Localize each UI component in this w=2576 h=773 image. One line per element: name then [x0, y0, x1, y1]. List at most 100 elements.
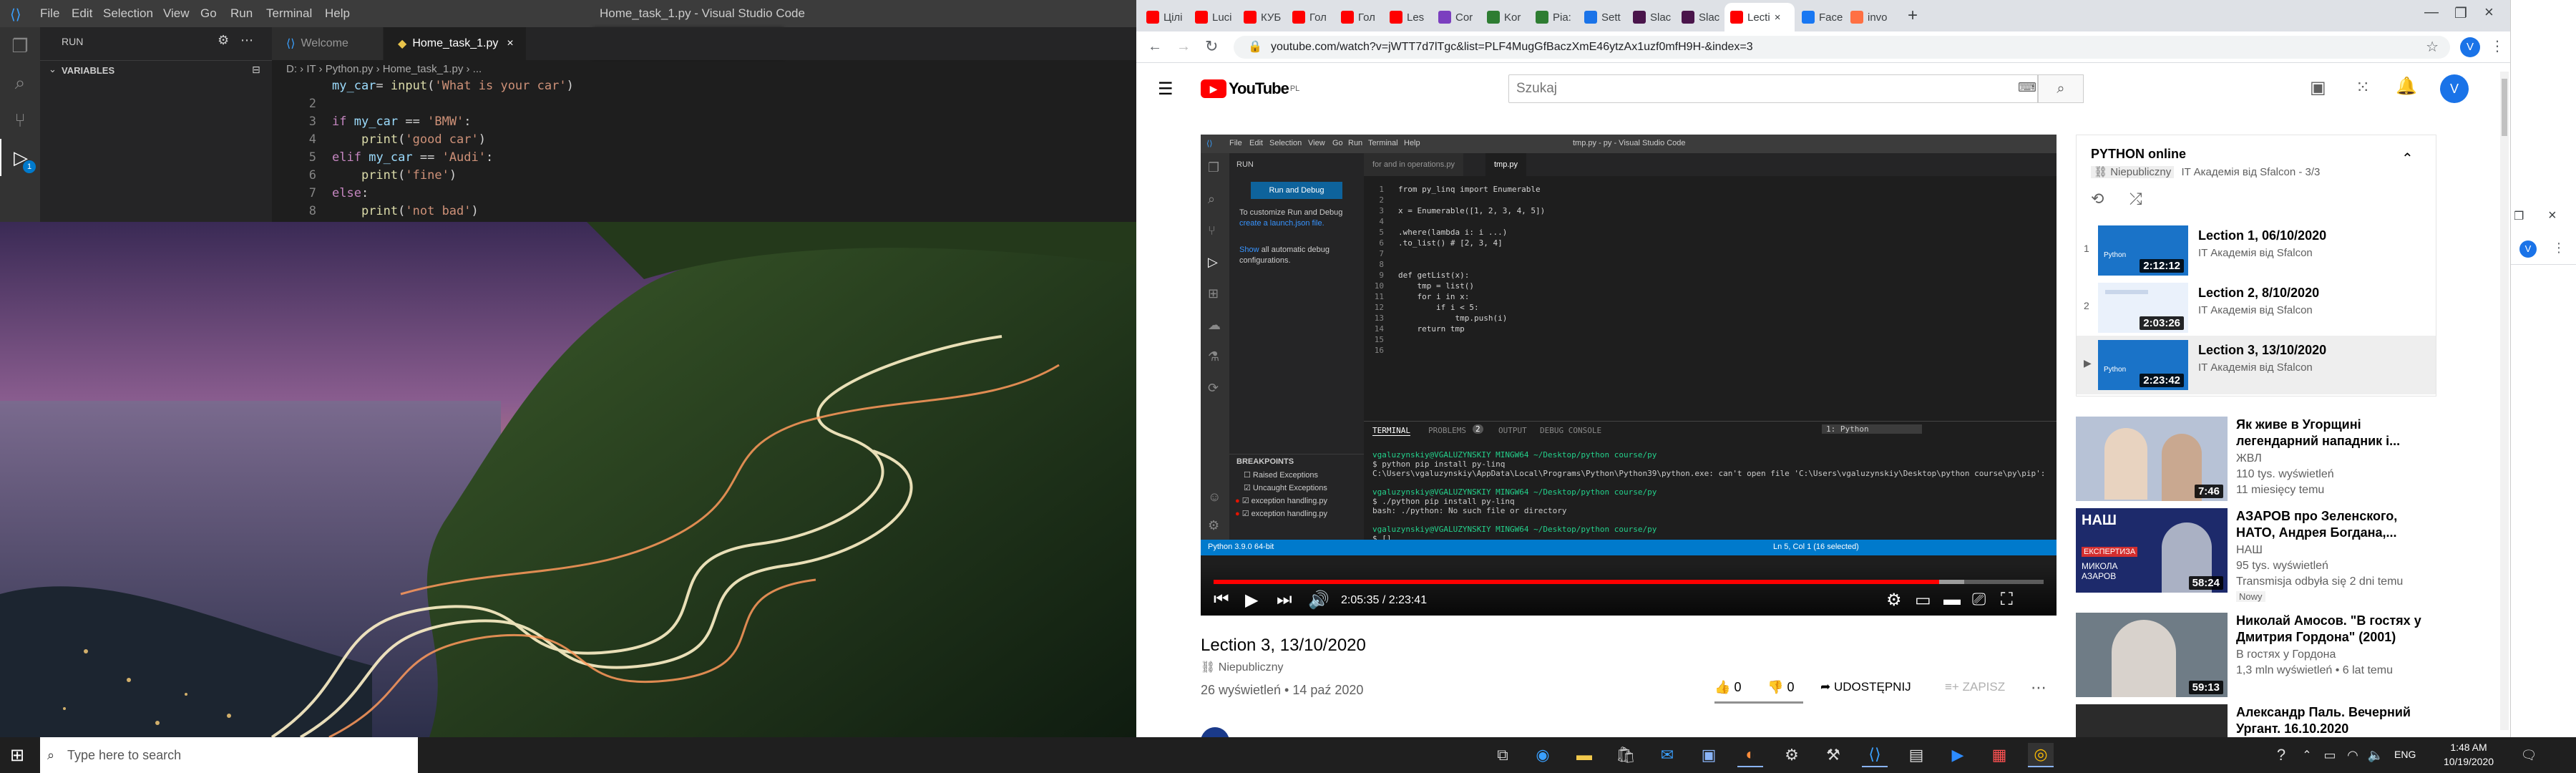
close-icon[interactable]: ×: [1775, 11, 1781, 24]
menu-terminal[interactable]: Terminal: [266, 6, 312, 21]
reload-icon[interactable]: ↻: [1205, 37, 1218, 56]
cast-icon[interactable]: ⎚: [1972, 590, 1986, 610]
source-control-icon[interactable]: ⑂: [0, 102, 40, 139]
battery-icon[interactable]: ▭: [2317, 743, 2343, 767]
chrome-tab[interactable]: Slac: [1627, 3, 1674, 31]
app-icon[interactable]: ◐: [1737, 743, 1763, 767]
clock-date[interactable]: 10/19/2020: [2440, 756, 2497, 767]
taskbar-search-input[interactable]: ⌕ Type here to search: [40, 737, 418, 773]
save-button[interactable]: ≡+ ZAPISZ: [1945, 680, 2005, 694]
minimize-icon[interactable]: —: [2424, 4, 2439, 21]
tab-welcome[interactable]: ⟨⟩ Welcome: [272, 27, 384, 60]
scrollbar-thumb[interactable]: [2502, 79, 2507, 136]
chrome-tab[interactable]: Slac: [1676, 3, 1723, 31]
new-tab-icon[interactable]: +: [1908, 6, 1918, 26]
menu-selection[interactable]: Selection: [103, 6, 153, 21]
collapse-playlist-icon[interactable]: ⌃: [2401, 150, 2414, 167]
chrome-tab[interactable]: Гол: [1335, 3, 1382, 31]
recommendation-item[interactable]: Александр Паль. Вечерний Ургант. 16.10.2…: [2076, 704, 2436, 737]
bookmark-star-icon[interactable]: ☆: [2426, 36, 2439, 59]
run-debug-icon[interactable]: ▷ 1: [0, 139, 40, 176]
search-icon[interactable]: ⌕: [0, 64, 40, 102]
restore-icon[interactable]: ❐: [2454, 4, 2467, 22]
play-icon[interactable]: ▶: [1245, 590, 1258, 611]
notifications-bell-icon[interactable]: 🔔: [2396, 76, 2417, 97]
chrome-tab[interactable]: Pia:: [1530, 3, 1577, 31]
theater-mode-icon[interactable]: ▬: [1943, 590, 1961, 610]
explorer-icon[interactable]: ❐: [0, 27, 40, 64]
create-video-icon[interactable]: ▣: [2310, 77, 2326, 98]
more-actions-icon[interactable]: ⋯: [2031, 679, 2046, 697]
chrome-tab[interactable]: Гол: [1287, 3, 1334, 31]
variables-section[interactable]: ⌄ VARIABLES ⊟: [40, 60, 272, 79]
hamburger-menu-icon[interactable]: ☰: [1158, 79, 1174, 99]
menu-go[interactable]: Go: [200, 6, 217, 21]
recommendation-item[interactable]: 7:46 Як живе в Угорщині легендарний напа…: [2076, 417, 2436, 505]
loop-icon[interactable]: ⟲: [2091, 190, 2104, 208]
recommendation-item[interactable]: 59:13 Николай Амосов. "В гостях у Дмитри…: [2076, 613, 2436, 701]
calendar-icon[interactable]: ▦: [1986, 743, 2012, 767]
debug-config-icon[interactable]: ⚙: [218, 33, 229, 48]
help-icon[interactable]: ?: [2268, 743, 2294, 767]
fullscreen-icon[interactable]: ⛶: [2001, 590, 2013, 610]
close-window-icon[interactable]: ×: [2548, 208, 2557, 224]
chrome-tab[interactable]: Face: [1796, 3, 1843, 31]
code-editor[interactable]: my_car= input('What is your car') 2 3 if …: [272, 79, 1136, 222]
menu-view[interactable]: View: [163, 6, 190, 21]
playlist-item[interactable]: 2 2:03:26 Lection 2, 8/10/2020 IT Академ…: [2077, 278, 2436, 337]
chrome-tab[interactable]: invo: [1845, 3, 1898, 31]
playlist-item[interactable]: 1 Python 2:12:12 Lection 1, 06/10/2020 IT…: [2077, 221, 2436, 280]
settings-icon[interactable]: ⚙: [1779, 743, 1805, 767]
chrome-tab[interactable]: Lucі: [1189, 3, 1236, 31]
restore-icon[interactable]: ❐: [2514, 209, 2524, 223]
search-button[interactable]: ⌕: [2038, 74, 2084, 103]
chrome-tab[interactable]: Цілі: [1141, 3, 1188, 31]
progress-bar[interactable]: [1214, 580, 2044, 584]
close-window-icon[interactable]: ×: [2484, 3, 2494, 21]
photos-icon[interactable]: ▣: [1696, 743, 1722, 767]
clock-time[interactable]: 1:48 AM: [2440, 742, 2497, 753]
profile-avatar[interactable]: V: [2519, 240, 2537, 258]
recommendation-item[interactable]: НАШ ЕКСПЕРТИЗА МИКОЛА АЗАРОВ 58:24 АЗАРО…: [2076, 508, 2436, 602]
chrome-tab[interactable]: Kor: [1481, 3, 1528, 31]
chrome-tab-active[interactable]: Lecti ×: [1724, 3, 1795, 31]
shuffle-icon[interactable]: ⤮: [2129, 190, 2142, 208]
menu-help[interactable]: Help: [325, 6, 350, 21]
volume-icon[interactable]: 🔊: [1308, 590, 1330, 611]
address-bar[interactable]: 🔒 youtube.com/watch?v=jWTT7d7lTgc&list=P…: [1234, 36, 2450, 59]
close-icon[interactable]: ×: [507, 37, 513, 50]
back-icon[interactable]: ←: [1148, 39, 1162, 55]
notifications-icon[interactable]: 🗨: [2516, 743, 2542, 767]
playlist-item-current[interactable]: ▶ Python 2:23:42 Lection 3, 13/10/2020 IT…: [2077, 336, 2436, 394]
file-explorer-icon[interactable]: ▬: [1571, 743, 1597, 767]
tab-home-task[interactable]: ◆ Home_task_1.py ×: [384, 27, 527, 60]
tray-up-arrow-icon[interactable]: ⌃: [2294, 743, 2320, 767]
folder-icon[interactable]: ▤: [1903, 743, 1929, 767]
chrome-tab[interactable]: Cor: [1433, 3, 1480, 31]
chrome-menu-icon[interactable]: ⋮: [2552, 240, 2565, 256]
volume-icon[interactable]: 🔈: [2363, 743, 2389, 767]
share-button[interactable]: ➦ UDOSTĘPNIJ: [1820, 680, 1911, 694]
chrome-menu-icon[interactable]: ⋮: [2490, 37, 2504, 55]
chrome-tab[interactable]: Sett: [1579, 3, 1626, 31]
task-view-icon[interactable]: ⧉: [1490, 743, 1516, 767]
youtube-logo[interactable]: ▶ YouTube PL: [1201, 79, 1299, 99]
chrome-tab[interactable]: КУБ: [1238, 3, 1285, 31]
channel-avatar[interactable]: [1201, 727, 1229, 737]
edge-icon[interactable]: ◉: [1530, 743, 1556, 767]
settings-gear-icon[interactable]: ⚙: [1886, 590, 1902, 611]
chrome-taskbar-icon[interactable]: ◎: [2028, 743, 2054, 767]
search-input[interactable]: Szukaj: [1508, 74, 2038, 103]
breadcrumb[interactable]: D: › IT › Python.py › Home_task_1.py › .…: [272, 60, 1136, 79]
tool-icon[interactable]: ⚒: [1820, 743, 1846, 767]
apps-grid-icon[interactable]: ⁙: [2356, 77, 2370, 98]
dislike-button[interactable]: 👎 0: [1767, 680, 1794, 695]
previous-icon[interactable]: ⏮: [1214, 590, 1229, 610]
page-scrollbar[interactable]: [2500, 72, 2509, 730]
miniplayer-icon[interactable]: ▭: [1915, 590, 1931, 611]
chrome-tab[interactable]: Les: [1384, 3, 1431, 31]
forward-icon[interactable]: →: [1176, 39, 1191, 55]
more-icon[interactable]: ⋯: [240, 33, 253, 48]
mail-icon[interactable]: ✉: [1654, 743, 1680, 767]
menu-file[interactable]: File: [40, 6, 59, 21]
